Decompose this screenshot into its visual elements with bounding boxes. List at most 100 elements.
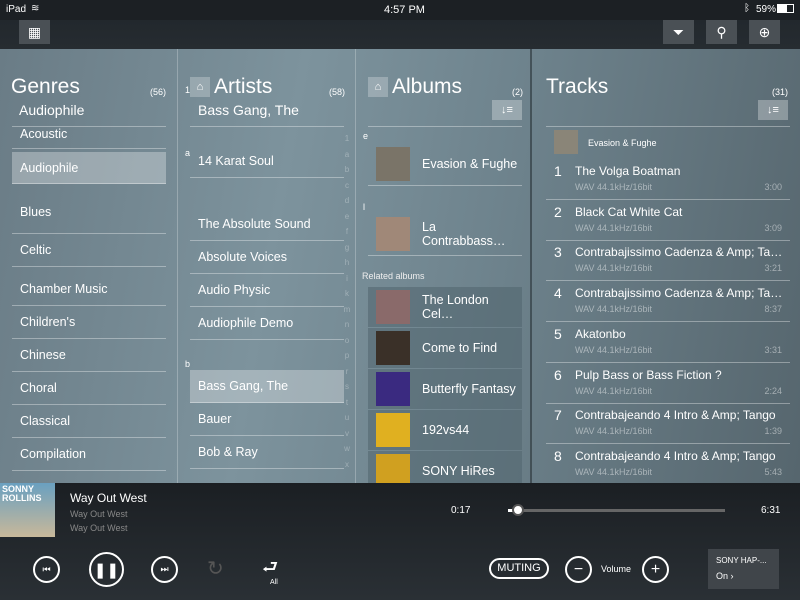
index-letter[interactable]: t bbox=[343, 395, 351, 411]
artist-item[interactable]: Audiophile Demo bbox=[190, 307, 344, 340]
index-letter[interactable]: w bbox=[343, 441, 351, 457]
index-letter[interactable]: e bbox=[343, 209, 351, 225]
seek-handle[interactable] bbox=[511, 504, 524, 516]
artist-item[interactable]: The Absolute Sound bbox=[190, 208, 344, 241]
battery-level: 59% bbox=[756, 4, 777, 15]
seek-bar[interactable] bbox=[508, 504, 725, 516]
track-format: WAV 44.1kHz/16bit bbox=[575, 344, 653, 355]
chevron-right-icon: › bbox=[730, 571, 734, 581]
now-playing-title: Way Out West bbox=[70, 491, 147, 505]
track-row[interactable]: 6 Pulp Bass or Bass Fiction ? WAV 44.1kHz/… bbox=[546, 363, 790, 404]
index-letter[interactable]: d bbox=[343, 193, 351, 209]
index-letter[interactable]: k bbox=[343, 286, 351, 302]
artist-item[interactable]: Bob & Ray bbox=[190, 436, 344, 469]
index-letter[interactable]: g bbox=[343, 240, 351, 256]
index-letter[interactable]: b bbox=[343, 162, 351, 178]
album-label: Come to Find bbox=[422, 341, 498, 355]
previous-icon: ⏮ bbox=[42, 564, 51, 574]
index-letter[interactable]: r bbox=[343, 364, 351, 380]
index-letter[interactable]: p bbox=[343, 348, 351, 364]
genre-item[interactable]: Chamber Music bbox=[12, 273, 166, 306]
index-letter[interactable]: x bbox=[343, 457, 351, 473]
repeat-icon: ⮐ bbox=[262, 557, 279, 577]
related-album-item[interactable]: The London Cel… bbox=[368, 287, 522, 327]
genre-item[interactable]: Blues bbox=[12, 190, 166, 234]
index-letter[interactable]: o bbox=[343, 333, 351, 349]
album-item[interactable]: La Contrabbass… bbox=[368, 213, 522, 256]
search-icon: ⚲ bbox=[716, 23, 727, 40]
shuffle-button[interactable]: ↻ bbox=[207, 556, 224, 581]
next-button[interactable]: ⏭ bbox=[151, 556, 178, 583]
artist-item[interactable]: Audio Physic bbox=[190, 274, 344, 307]
genre-item[interactable]: Children's bbox=[12, 306, 166, 339]
index-letter[interactable]: u bbox=[343, 410, 351, 426]
album-label: La Contrabbass… bbox=[422, 220, 506, 248]
index-letter[interactable]: 1 bbox=[343, 131, 351, 147]
tracks-sort-button[interactable]: ↓≡ bbox=[758, 100, 788, 120]
artist-label: Absolute Voices bbox=[198, 250, 287, 264]
artist-item[interactable]: Bass Gang, The bbox=[190, 370, 344, 403]
album-item[interactable]: Evasion & Fughe bbox=[368, 143, 522, 186]
related-album-item[interactable]: Butterfly Fantasy bbox=[368, 369, 522, 409]
volume-down-button[interactable]: − bbox=[565, 556, 592, 583]
artist-item[interactable]: Bauer bbox=[190, 403, 344, 436]
related-album-item[interactable]: Come to Find bbox=[368, 328, 522, 368]
volume-up-button[interactable]: + bbox=[642, 556, 669, 583]
album-label: Evasion & Fughe bbox=[422, 157, 518, 171]
artist-item[interactable]: 14 Karat Soul bbox=[190, 145, 344, 178]
genre-label: Compilation bbox=[20, 447, 87, 461]
genre-item[interactable]: Audiophile bbox=[12, 152, 166, 184]
index-letter[interactable]: v bbox=[343, 426, 351, 442]
track-row[interactable]: 3 Contrabajissimo Cadenza & Amp; Ta… WAV 4… bbox=[546, 240, 790, 282]
add-to-queue-button[interactable]: ⊕ bbox=[749, 20, 780, 44]
genre-item[interactable]: Compilation bbox=[12, 438, 166, 471]
index-letter[interactable]: m bbox=[343, 302, 351, 318]
track-row[interactable]: 5 Akatonbo WAV 44.1kHz/16bit 3:31 bbox=[546, 322, 790, 363]
genre-item[interactable]: Chinese bbox=[12, 339, 166, 372]
pause-icon: ❚❚ bbox=[93, 561, 120, 579]
bluetooth-icon: ᛒ bbox=[744, 3, 750, 14]
index-letter[interactable]: s bbox=[343, 379, 351, 395]
track-row[interactable]: 2 Black Cat White Cat WAV 44.1kHz/16bit 3:0… bbox=[546, 200, 790, 241]
track-row[interactable]: 4 Contrabajissimo Cadenza & Amp; Ta… WAV 4… bbox=[546, 281, 790, 323]
track-number: 3 bbox=[554, 244, 562, 261]
track-row[interactable]: 1 The Volga Boatman WAV 44.1kHz/16bit 3:00 bbox=[546, 159, 790, 200]
track-number: 8 bbox=[554, 447, 562, 464]
index-letter[interactable]: i bbox=[343, 271, 351, 287]
albums-sort-button[interactable]: ↓≡ bbox=[492, 100, 522, 120]
now-playing-artist: Way Out West bbox=[70, 523, 128, 533]
output-device-button[interactable]: SONY HAP-... On › bbox=[708, 549, 779, 589]
track-row[interactable]: 7 Contrabajeando 4 Intro & Amp; Tango WAV … bbox=[546, 403, 790, 445]
genre-item[interactable]: Classical bbox=[12, 405, 166, 438]
index-letter[interactable]: h bbox=[343, 255, 351, 271]
albums-back-button[interactable]: ⌂ bbox=[368, 77, 388, 98]
index-letter[interactable]: n bbox=[343, 317, 351, 333]
search-button[interactable]: ⚲ bbox=[706, 20, 737, 44]
clock: 4:57 PM bbox=[384, 4, 425, 16]
tracks-column: Tracks (31) ↓≡ Evasion & Fughe 1 The Volg… bbox=[532, 49, 800, 485]
album-art bbox=[376, 413, 410, 447]
genre-label: Chinese bbox=[20, 348, 66, 362]
genre-item[interactable]: Acoustic bbox=[12, 119, 166, 149]
next-icon: ⏭ bbox=[160, 564, 169, 574]
filter-button[interactable]: ⏷ bbox=[663, 20, 694, 44]
index-letter[interactable]: f bbox=[343, 224, 351, 240]
genre-item[interactable]: Celtic bbox=[12, 234, 166, 267]
repeat-mode: All bbox=[270, 579, 278, 586]
index-letter[interactable]: c bbox=[343, 178, 351, 194]
track-number: 1 bbox=[554, 163, 562, 179]
album-label: The London Cel… bbox=[422, 293, 489, 321]
artist-item[interactable]: Absolute Voices bbox=[190, 241, 344, 274]
grid-menu-button[interactable]: ▦ bbox=[19, 20, 50, 44]
index-letter[interactable]: a bbox=[343, 147, 351, 163]
genre-item[interactable]: Choral bbox=[12, 372, 166, 405]
muting-button[interactable]: MUTING bbox=[489, 558, 549, 579]
related-album-item[interactable]: 192vs44 bbox=[368, 410, 522, 450]
genres-selected: Audiophile bbox=[19, 102, 85, 118]
sort-icon: ↓≡ bbox=[767, 104, 779, 116]
previous-button[interactable]: ⏮ bbox=[33, 556, 60, 583]
artists-back-button[interactable]: ⌂ bbox=[190, 77, 210, 98]
pause-button[interactable]: ❚❚ bbox=[89, 552, 124, 587]
track-row[interactable]: 8 Contrabajeando 4 Intro & Amp; Tango WAV … bbox=[546, 444, 790, 485]
genre-label: Audiophile bbox=[20, 160, 79, 175]
